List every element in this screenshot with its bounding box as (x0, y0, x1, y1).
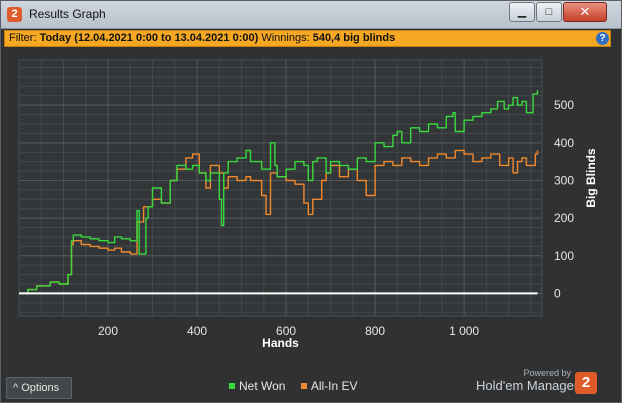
powered-by-text: Powered by (523, 368, 571, 378)
maximize-icon: □ (545, 6, 553, 18)
help-icon[interactable]: ? (596, 32, 609, 45)
maximize-button[interactable]: □ (536, 2, 562, 22)
y-axis-title: Big Blinds (584, 148, 598, 208)
results-chart: 0 100 200 300 400 500 200 400 600 800 1 000 Hands Bi… (1, 48, 621, 350)
filter-bar: Filter: Today (12.04.2021 0:00 to 13.04.… (4, 30, 611, 47)
options-label: Options (21, 382, 60, 394)
y-tick-label: 100 (554, 249, 574, 263)
close-button[interactable]: ✕ (563, 2, 607, 22)
x-tick-label: 1 000 (449, 324, 479, 338)
x-tick-label: 800 (365, 324, 385, 338)
legend-swatch-all-in-ev (300, 383, 307, 389)
filter-period: Today (12.04.2021 0:00 to 13.04.2021 0:0… (39, 32, 259, 44)
minimize-icon: ▁ (517, 6, 527, 18)
legend-label-net-won: Net Won (239, 379, 286, 393)
chart-svg: 0100200300400500200 400 600 800 1 000HandsBi… (18, 59, 598, 350)
bottom-bar: ^ Options Net Won All-In EV Powered by H… (1, 368, 621, 403)
winnings-value: 540,4 big blinds (312, 32, 396, 44)
close-icon: ✕ (579, 4, 591, 19)
plot-area (18, 59, 543, 317)
y-tick-label: 500 (554, 98, 574, 112)
y-tick-label: 200 (554, 211, 574, 225)
app-logo-icon: 2 (7, 7, 22, 22)
results-graph-window: 2 Results Graph ▁ □ ✕ Filter: Today (12.… (0, 0, 622, 403)
options-button[interactable]: ^ Options (6, 377, 72, 399)
chevron-up-icon: ^ (13, 382, 19, 394)
title-bar[interactable]: 2 Results Graph ▁ □ ✕ (1, 1, 621, 29)
y-tick-label: 400 (554, 136, 574, 150)
legend-item-all-in-ev: All-In EV (300, 379, 358, 393)
legend-item-net-won: Net Won (229, 379, 289, 393)
brand-name: Hold'em Manager (476, 378, 579, 393)
y-tick-label: 300 (554, 173, 574, 187)
x-axis-title: Hands (262, 336, 299, 348)
legend-swatch-net-won (229, 383, 235, 389)
minimize-button[interactable]: ▁ (509, 2, 535, 22)
brand-logo-icon: 2 (575, 372, 597, 394)
window-title: Results Graph (29, 7, 106, 21)
chart-legend: Net Won All-In EV (229, 379, 370, 393)
legend-label-all-in-ev: All-In EV (310, 379, 358, 393)
x-tick-label: 400 (187, 324, 207, 338)
winnings-label: Winnings: (261, 32, 310, 44)
x-tick-label: 200 (98, 324, 118, 338)
filter-prefix: Filter: (9, 32, 37, 44)
y-tick-label: 0 (554, 286, 561, 300)
